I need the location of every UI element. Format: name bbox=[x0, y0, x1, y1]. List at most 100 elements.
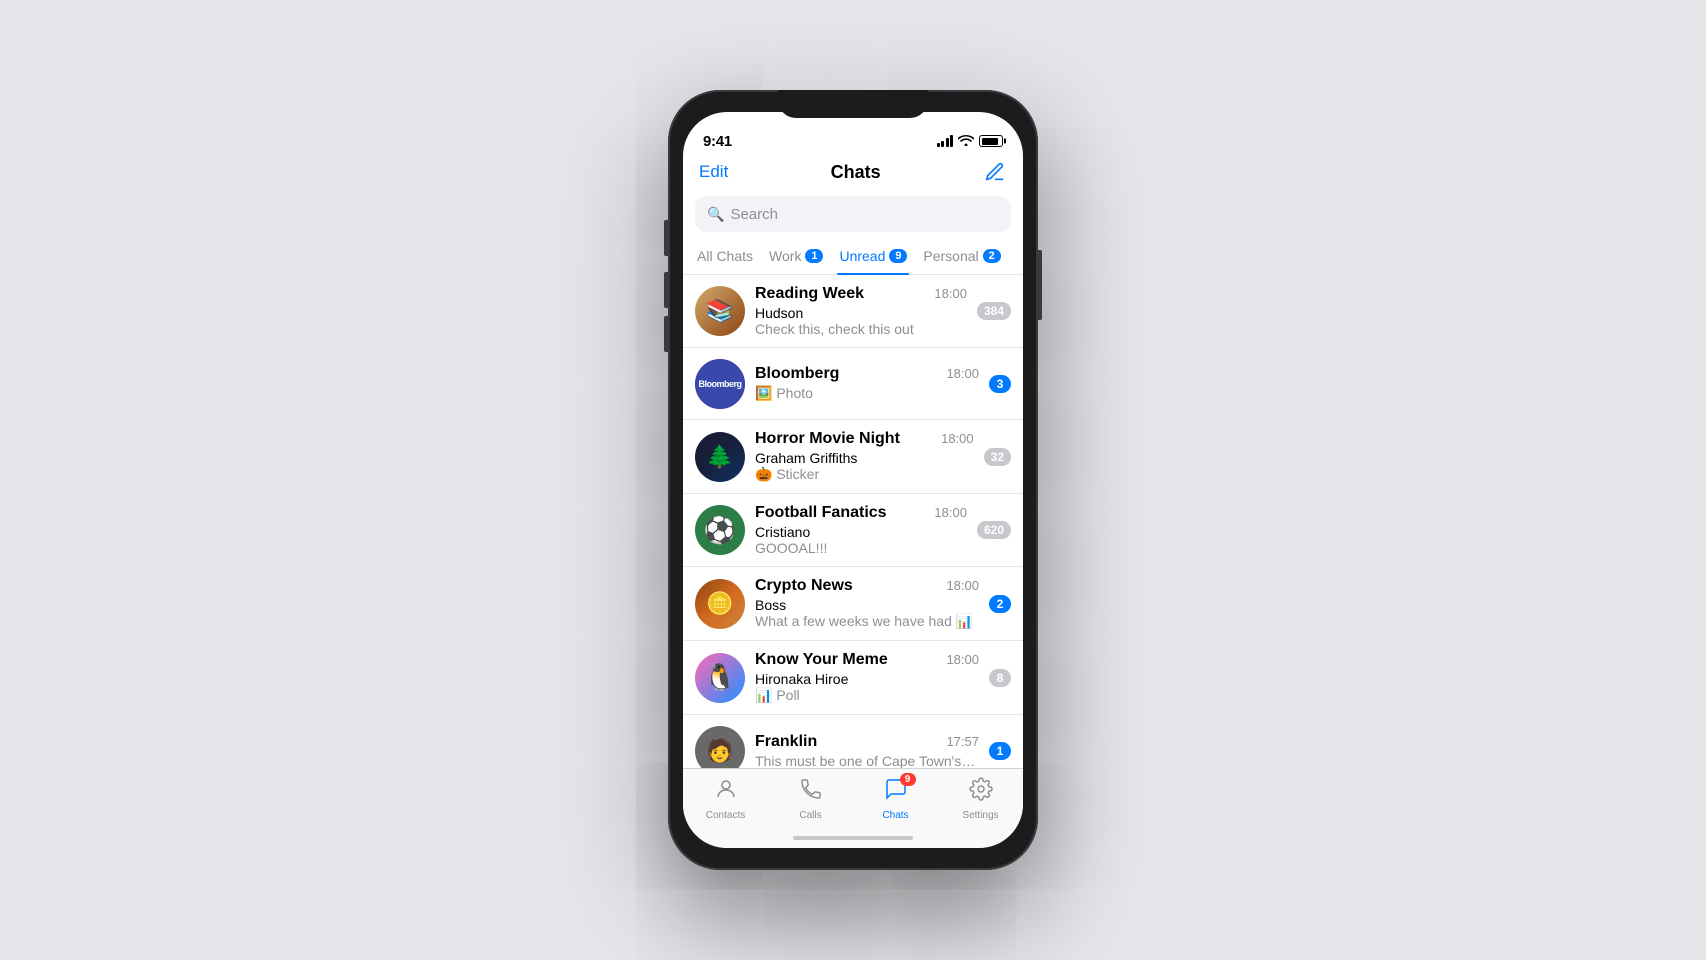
phone-screen: 9:41 bbox=[683, 112, 1023, 848]
tab-work-badge: 1 bbox=[805, 249, 823, 263]
tab-unread-label: Unread bbox=[839, 248, 885, 264]
wifi-icon bbox=[958, 134, 974, 149]
chat-preview: This must be one of Cape Town's best spo… bbox=[755, 753, 979, 769]
phone-frame: 9:41 bbox=[668, 90, 1038, 870]
chat-item-football[interactable]: ⚽ Football Fanatics 18:00 Cristiano GOOO… bbox=[683, 494, 1023, 567]
tab-personal-label: Personal bbox=[923, 248, 978, 264]
chat-meta: 384 bbox=[977, 302, 1011, 320]
tab-bar-settings-label: Settings bbox=[962, 810, 998, 821]
chat-meta: 620 bbox=[977, 521, 1011, 539]
tab-bar-contacts-label: Contacts bbox=[706, 810, 745, 821]
filter-tabs: All Chats Work 1 Unread 9 Personal 2 bbox=[683, 240, 1023, 275]
tab-unread[interactable]: Unread 9 bbox=[837, 240, 909, 274]
chat-preview: What a few weeks we have had 📊 bbox=[755, 613, 979, 630]
chat-preview: Check this, check this out bbox=[755, 321, 967, 337]
chat-meta: 2 bbox=[989, 595, 1011, 613]
settings-icon bbox=[969, 777, 993, 807]
avatar-bloomberg: Bloomberg bbox=[695, 359, 745, 409]
avatar-football: ⚽ bbox=[695, 505, 745, 555]
tab-bar-settings[interactable]: Settings bbox=[951, 777, 1011, 821]
chat-content-franklin: Franklin 17:57 This must be one of Cape … bbox=[755, 733, 979, 769]
tab-bar-chats[interactable]: 9 Chats bbox=[866, 777, 926, 821]
tab-all-chats[interactable]: All Chats bbox=[695, 240, 755, 274]
tab-bar-chats-label: Chats bbox=[882, 810, 908, 821]
chat-badge: 2 bbox=[989, 595, 1011, 613]
chat-item-bloomberg[interactable]: Bloomberg Bloomberg 18:00 🖼️ Photo 3 bbox=[683, 348, 1023, 420]
calls-icon bbox=[799, 777, 823, 807]
avatar-know-your-meme: 🐧 bbox=[695, 653, 745, 703]
chat-item-know-your-meme[interactable]: 🐧 Know Your Meme 18:00 Hironaka Hiroe 📊 … bbox=[683, 641, 1023, 715]
chat-preview: 🎃 Sticker bbox=[755, 466, 974, 483]
chat-time: 18:00 bbox=[946, 652, 979, 667]
chat-time: 18:00 bbox=[946, 366, 979, 381]
chat-time: 18:00 bbox=[941, 431, 974, 446]
chat-name: Franklin bbox=[755, 733, 817, 751]
chat-item-franklin[interactable]: 🧑 Franklin 17:57 This must be one of Cap… bbox=[683, 715, 1023, 768]
chat-preview: 📊 Poll bbox=[755, 687, 979, 704]
chat-content-football: Football Fanatics 18:00 Cristiano GOOOAL… bbox=[755, 504, 967, 556]
battery-icon bbox=[979, 135, 1003, 147]
chat-item-horror-movie[interactable]: 🌲 Horror Movie Night 18:00 Graham Griffi… bbox=[683, 420, 1023, 494]
chat-content-know-your-meme: Know Your Meme 18:00 Hironaka Hiroe 📊 Po… bbox=[755, 651, 979, 704]
signal-icon bbox=[937, 135, 954, 147]
chat-badge: 620 bbox=[977, 521, 1011, 539]
avatar-horror-movie: 🌲 bbox=[695, 432, 745, 482]
tab-bar-calls-label: Calls bbox=[799, 810, 821, 821]
search-icon: 🔍 bbox=[707, 206, 724, 223]
status-time: 9:41 bbox=[703, 133, 732, 150]
chat-time: 17:57 bbox=[946, 734, 979, 749]
chat-list: 📚 Reading Week 18:00 Hudson Check this, … bbox=[683, 275, 1023, 768]
tab-personal-badge: 2 bbox=[983, 249, 1001, 263]
chat-meta: 8 bbox=[989, 669, 1011, 687]
chat-meta: 1 bbox=[989, 742, 1011, 760]
chat-preview: 🖼️ Photo bbox=[755, 385, 979, 402]
home-indicator bbox=[793, 836, 913, 840]
chat-name: Bloomberg bbox=[755, 365, 839, 383]
chat-sender: Hudson bbox=[755, 305, 967, 321]
tab-all-chats-label: All Chats bbox=[697, 248, 753, 264]
chat-sender: Hironaka Hiroe bbox=[755, 671, 979, 687]
chats-badge: 9 bbox=[900, 773, 916, 786]
status-bar: 9:41 bbox=[683, 112, 1023, 156]
compose-button[interactable] bbox=[983, 160, 1007, 184]
tab-bar-calls[interactable]: Calls bbox=[781, 777, 841, 821]
chat-name: Horror Movie Night bbox=[755, 430, 900, 448]
chat-item-reading-week[interactable]: 📚 Reading Week 18:00 Hudson Check this, … bbox=[683, 275, 1023, 348]
tab-personal[interactable]: Personal 2 bbox=[921, 240, 1002, 274]
avatar-reading-week: 📚 bbox=[695, 286, 745, 336]
chat-badge: 32 bbox=[984, 448, 1011, 466]
chat-name: Reading Week bbox=[755, 285, 864, 303]
chat-sender: Cristiano bbox=[755, 524, 967, 540]
tab-work-label: Work bbox=[769, 248, 801, 264]
chat-meta: 32 bbox=[984, 448, 1011, 466]
notch bbox=[778, 90, 928, 118]
chat-badge: 384 bbox=[977, 302, 1011, 320]
status-icons bbox=[937, 134, 1004, 149]
page-title: Chats bbox=[831, 162, 881, 183]
header: Edit Chats bbox=[683, 156, 1023, 192]
chat-meta: 3 bbox=[989, 375, 1011, 393]
chat-content-bloomberg: Bloomberg 18:00 🖼️ Photo bbox=[755, 365, 979, 402]
chats-icon: 9 bbox=[884, 777, 908, 807]
avatar-franklin: 🧑 bbox=[695, 726, 745, 769]
chat-content-horror-movie: Horror Movie Night 18:00 Graham Griffith… bbox=[755, 430, 974, 483]
chat-content-crypto: Crypto News 18:00 Boss What a few weeks … bbox=[755, 577, 979, 630]
search-placeholder: Search bbox=[730, 206, 778, 223]
chat-badge: 1 bbox=[989, 742, 1011, 760]
edit-button[interactable]: Edit bbox=[699, 162, 728, 182]
chat-name: Know Your Meme bbox=[755, 651, 888, 669]
chat-time: 18:00 bbox=[934, 505, 967, 520]
chat-sender: Graham Griffiths bbox=[755, 450, 974, 466]
chat-item-crypto[interactable]: 🪙 Crypto News 18:00 Boss What a few week… bbox=[683, 567, 1023, 641]
chat-name: Crypto News bbox=[755, 577, 853, 595]
tab-bar-contacts[interactable]: Contacts bbox=[696, 777, 756, 821]
avatar-crypto: 🪙 bbox=[695, 579, 745, 629]
contacts-icon bbox=[714, 777, 738, 807]
tab-unread-badge: 9 bbox=[889, 249, 907, 263]
search-bar[interactable]: 🔍 Search bbox=[695, 196, 1011, 232]
chat-time: 18:00 bbox=[946, 578, 979, 593]
chat-time: 18:00 bbox=[934, 286, 967, 301]
chat-content-reading-week: Reading Week 18:00 Hudson Check this, ch… bbox=[755, 285, 967, 337]
tab-work[interactable]: Work 1 bbox=[767, 240, 825, 274]
chat-preview: GOOOAL!!! bbox=[755, 540, 967, 556]
